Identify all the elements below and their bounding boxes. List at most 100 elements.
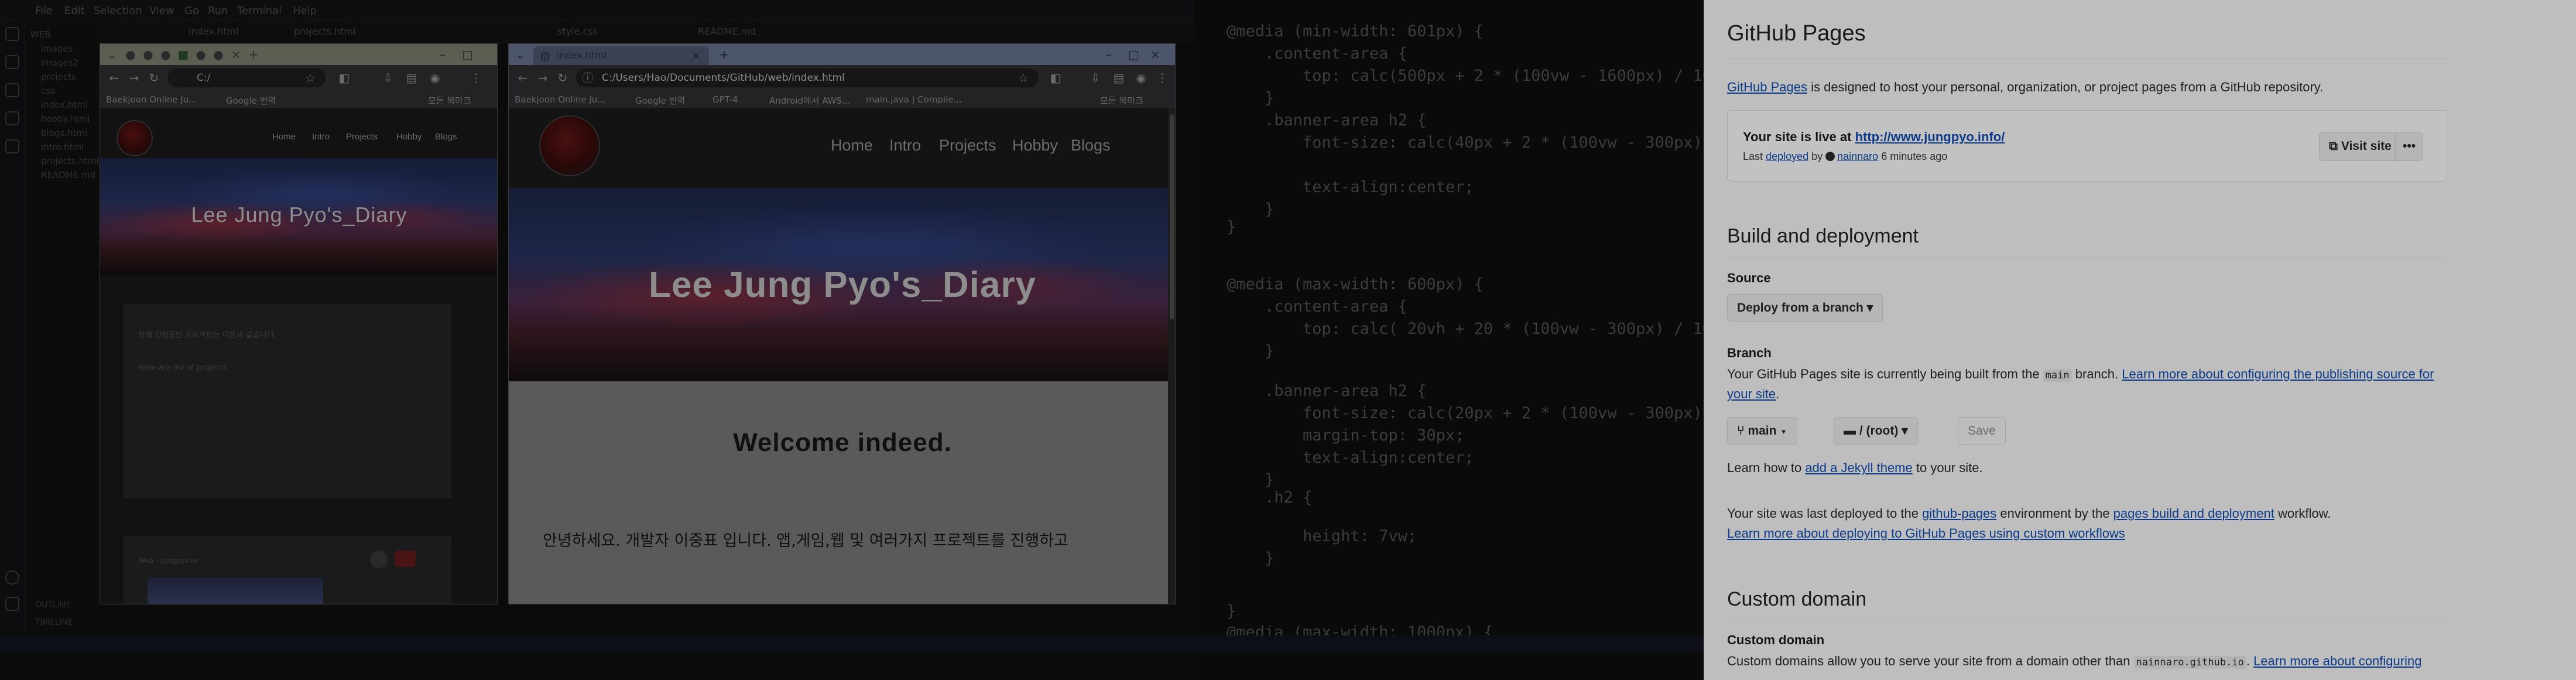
reload-icon[interactable]: ↻ — [147, 71, 161, 85]
nav-blogs[interactable]: Blogs — [435, 132, 457, 142]
explorer-item[interactable]: css — [41, 86, 55, 96]
forward-icon[interactable]: → — [536, 71, 550, 85]
explorer-item[interactable]: images — [41, 43, 73, 54]
project-item-card[interactable]: Web - Jungpyo.io — [124, 536, 451, 604]
favicon-icon[interactable]: ● — [141, 47, 155, 61]
explorer-item[interactable]: blogs.html — [41, 128, 87, 138]
explorer-item[interactable]: intro.html — [41, 142, 84, 152]
editor-tab[interactable]: style.css — [557, 26, 598, 37]
back-icon[interactable]: ← — [107, 71, 121, 85]
source-control-icon[interactable] — [5, 83, 19, 97]
explorer-item[interactable]: images2 — [41, 57, 78, 68]
menu-edit[interactable]: Edit — [64, 5, 85, 17]
active-tab[interactable]: ◍ index.html × — [533, 46, 709, 65]
minimize-icon[interactable]: – — [1106, 47, 1112, 61]
favicon-icon[interactable]: ● — [124, 47, 138, 61]
close-tab-icon[interactable]: × — [229, 47, 243, 61]
github-icon[interactable] — [370, 551, 388, 568]
bookmark-item[interactable]: main.java | Compile... — [866, 94, 962, 105]
explorer-root[interactable]: WEB — [30, 29, 51, 40]
nav-intro[interactable]: Intro — [889, 136, 921, 155]
bookmark-item[interactable]: Baekjoon Online Ju... — [515, 94, 606, 105]
address-bar[interactable]: ⓘ C:/Users/Hao/Documents/GitHub/web/inde… — [576, 69, 1039, 87]
run-debug-icon[interactable] — [5, 111, 19, 125]
extensions-icon[interactable]: ◧ — [1049, 71, 1063, 85]
gear-icon[interactable] — [5, 597, 19, 611]
bookmark-star-icon[interactable]: ☆ — [1016, 71, 1030, 85]
branch-select[interactable]: ⑂ main ▾ — [1727, 417, 1797, 445]
download-icon[interactable]: ⇩ — [381, 71, 395, 85]
favicon-icon[interactable]: ● — [211, 47, 225, 61]
site-avatar[interactable] — [117, 120, 153, 156]
search-icon[interactable] — [5, 55, 19, 69]
reload-icon[interactable]: ↻ — [556, 71, 570, 85]
visit-site-button[interactable]: ⧉ Visit site — [2319, 132, 2402, 161]
github-pages-link[interactable]: GitHub Pages — [1727, 80, 1807, 94]
site-info-icon[interactable]: ⓘ — [581, 71, 595, 85]
new-tab-icon[interactable]: + — [246, 47, 261, 61]
nav-home[interactable]: Home — [272, 132, 296, 142]
nav-home[interactable]: Home — [831, 136, 873, 155]
address-bar[interactable]: C:/ ☆ — [167, 69, 326, 87]
youtube-icon[interactable] — [395, 551, 416, 567]
extensions-icon[interactable]: ◧ — [337, 71, 351, 85]
bookmarks-folder[interactable]: 모든 북마크 — [428, 94, 471, 107]
menu-icon[interactable]: ⋮ — [469, 71, 483, 85]
sidepanel-icon[interactable]: ▤ — [405, 71, 419, 85]
bookmark-item[interactable]: GPT-4 — [712, 94, 738, 105]
save-button[interactable]: Save — [1958, 417, 2006, 445]
timeline-label[interactable]: TIMELINE — [35, 618, 73, 627]
explorer-item[interactable]: index.html — [41, 100, 88, 110]
favicon-icon[interactable]: ● — [159, 47, 173, 61]
scrollbar[interactable] — [1168, 108, 1175, 604]
nav-hobby[interactable]: Hobby — [396, 132, 422, 142]
menu-run[interactable]: Run — [208, 5, 228, 17]
nav-hobby[interactable]: Hobby — [1012, 136, 1058, 155]
configure-domain-link[interactable]: Learn more about configuring — [2253, 654, 2421, 668]
tab-search-icon[interactable]: ⌄ — [105, 47, 119, 61]
bookmark-star-icon[interactable]: ☆ — [303, 71, 317, 85]
profile-icon[interactable]: ◉ — [1134, 71, 1148, 85]
menu-file[interactable]: File — [35, 5, 53, 17]
editor-tab[interactable]: index.html — [189, 26, 238, 37]
deployed-link[interactable]: deployed — [1766, 151, 1808, 162]
nav-projects[interactable]: Projects — [939, 136, 996, 155]
github-pages-env-link[interactable]: github-pages — [1922, 506, 1996, 521]
user-link[interactable]: nainnaro — [1837, 151, 1878, 162]
close-tab-icon[interactable]: × — [689, 49, 703, 63]
bookmark-item[interactable]: Baekjoon Online Ju... — [106, 94, 197, 105]
minimize-icon[interactable]: – — [440, 47, 446, 61]
menu-icon[interactable]: ⋮ — [1155, 71, 1169, 85]
source-select[interactable]: Deploy from a branch ▾ — [1727, 294, 1883, 322]
site-avatar[interactable] — [539, 115, 600, 176]
menu-view[interactable]: View — [149, 5, 174, 17]
menu-help[interactable]: Help — [293, 5, 317, 17]
menu-go[interactable]: Go — [184, 5, 199, 17]
sidepanel-icon[interactable]: ▤ — [1112, 71, 1126, 85]
explorer-item[interactable]: projects.html — [41, 156, 99, 166]
custom-workflows-link[interactable]: Learn more about deploying to GitHub Pag… — [1727, 526, 2125, 541]
close-window-icon[interactable]: × — [1150, 47, 1160, 61]
bookmark-item[interactable]: Google 번역 — [635, 94, 685, 107]
nav-projects[interactable]: Projects — [346, 132, 378, 142]
workflow-link[interactable]: pages build and deployment — [2113, 506, 2274, 521]
profile-icon[interactable]: ◉ — [428, 71, 442, 85]
favicon-icon[interactable]: ● — [194, 47, 208, 61]
folder-select[interactable]: ▬ / (root) ▾ — [1834, 417, 1918, 445]
configure-source-link-2[interactable]: your site — [1727, 387, 1776, 401]
back-icon[interactable]: ← — [516, 71, 530, 85]
outline-label[interactable]: OUTLINE — [35, 600, 73, 610]
bookmark-item[interactable]: Android에서 AWS... — [769, 94, 850, 107]
nav-blogs[interactable]: Blogs — [1071, 136, 1111, 155]
live-url-link[interactable]: http://www.jungpyo.info/ — [1855, 129, 2005, 144]
bookmark-item[interactable]: Google 번역 — [226, 94, 276, 107]
explorer-item[interactable]: projects — [41, 71, 76, 82]
menu-selection[interactable]: Selection — [94, 5, 142, 17]
explorer-item[interactable]: README.md — [41, 170, 95, 180]
maximize-icon[interactable]: □ — [1128, 47, 1139, 61]
maximize-icon[interactable]: □ — [462, 47, 473, 61]
explorer-icon[interactable] — [5, 27, 19, 41]
editor-tab[interactable]: README.md — [698, 26, 756, 37]
menu-terminal[interactable]: Terminal — [237, 5, 282, 17]
code-view[interactable]: @media (min-width: 601px) { .content-are… — [1194, 0, 1779, 680]
